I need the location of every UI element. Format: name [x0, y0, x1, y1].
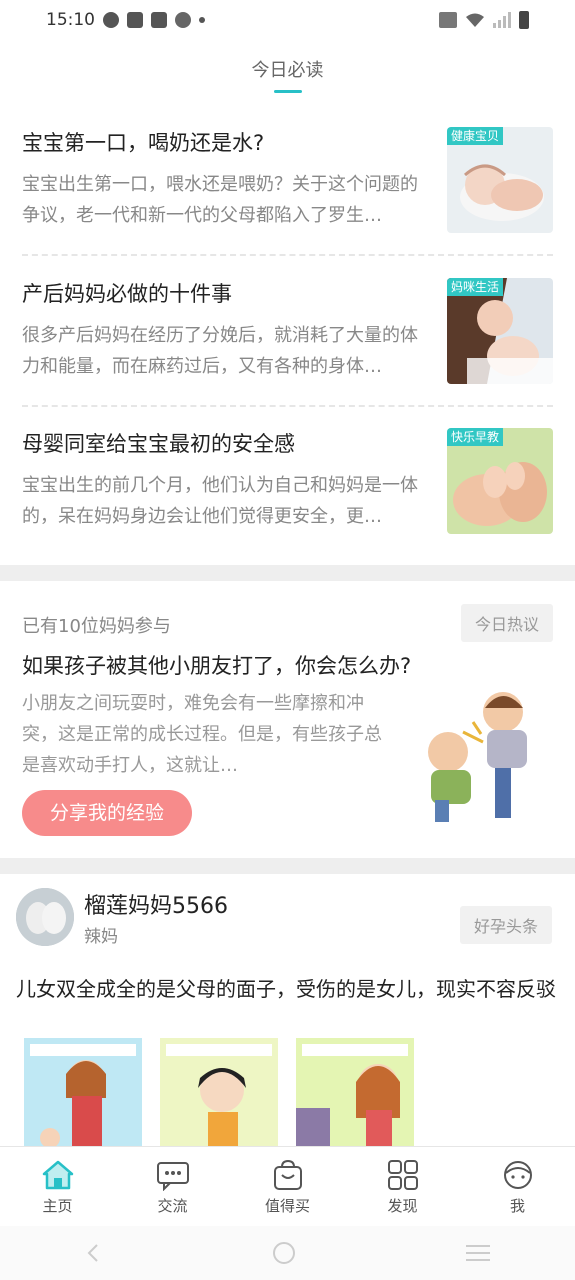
mail-icon-2 [151, 12, 167, 28]
post-image[interactable] [160, 1038, 278, 1148]
article-desc: 宝宝出生的前几个月，他们认为自己和妈妈是一体的，呆在妈妈身边会让他们觉得更安全，… [22, 475, 418, 527]
more-dot-icon [199, 17, 205, 23]
article-card[interactable]: 母婴同室给宝宝最初的安全感 宝宝出生的前几个月，他们认为自己和妈妈是一体的，呆在… [22, 428, 553, 538]
section-gap [0, 565, 575, 581]
section-title-underline [274, 90, 302, 93]
tab-deals[interactable]: 值得买 [230, 1147, 345, 1226]
avatar[interactable] [16, 888, 74, 946]
article-card[interactable]: 产后妈妈必做的十件事 很多产后妈妈在经历了分娩后，就消耗了大量的体力和能量，而在… [22, 278, 553, 388]
status-bar: 15:10 [0, 0, 575, 40]
section-gap [0, 858, 575, 874]
post-image[interactable] [296, 1038, 414, 1148]
tab-label: 值得买 [264, 1197, 310, 1215]
article-thumbnail: 妈咪生活 [447, 278, 553, 384]
home-circle-icon[interactable] [271, 1240, 297, 1266]
shield-icon [175, 12, 191, 28]
article-tag: 健康宝贝 [447, 127, 504, 145]
post-headline[interactable]: 儿女双全成全的是父母的面子，受伤的是女儿，现实不容反驳 [16, 974, 556, 1004]
vibrate-icon [439, 12, 457, 28]
chat-icon [156, 1162, 189, 1191]
shopping-bag-icon [273, 1159, 302, 1190]
section-title[interactable]: 今日必读 [0, 56, 575, 82]
mail-icon [127, 12, 143, 28]
tab-label: 交流 [157, 1197, 188, 1215]
menu-icon[interactable] [464, 1242, 492, 1264]
tab-chat[interactable]: 交流 [115, 1147, 230, 1226]
article-title: 产后妈妈必做的十件事 [22, 282, 232, 306]
article-tag: 妈咪生活 [447, 278, 504, 296]
article-thumbnail: 快乐早教 [447, 428, 553, 534]
article-title: 母婴同室给宝宝最初的安全感 [22, 432, 295, 456]
bottom-tab-bar: 主页 交流 值得买 发现 我 [0, 1146, 575, 1226]
status-icons-left [103, 12, 205, 28]
kids-fighting-illustration [403, 682, 553, 832]
post-image[interactable] [24, 1038, 142, 1148]
tab-label: 我 [509, 1197, 525, 1215]
post-source-badge: 好孕头条 [459, 906, 552, 944]
profile-icon [503, 1161, 532, 1189]
wifi-icon [466, 13, 484, 27]
notification-icon [103, 12, 119, 28]
article-desc: 很多产后妈妈在经历了分娩后，就消耗了大量的体力和能量，而在麻药过后，又有各种的身… [22, 325, 418, 377]
post-username[interactable]: 榴莲妈妈5566 [84, 888, 228, 920]
discussion-card[interactable]: 已有10位妈妈参与 今日热议 如果孩子被其他小朋友打了，你会怎么办? 小朋友之间… [22, 600, 553, 850]
status-time: 15:10 [46, 10, 95, 30]
participants-count: 已有10位妈妈参与 [22, 616, 171, 637]
article-card[interactable]: 宝宝第一口，喝奶还是水? 宝宝出生第一口，喂水还是喂奶？关于这个问题的争议，老一… [22, 127, 553, 237]
tab-home[interactable]: 主页 [0, 1147, 115, 1226]
article-tag: 快乐早教 [447, 428, 504, 446]
post-user-role: 辣妈 [84, 927, 118, 947]
tab-profile[interactable]: 我 [460, 1147, 575, 1226]
tab-label: 主页 [42, 1197, 73, 1215]
discover-icon [387, 1160, 418, 1190]
tab-label: 发现 [387, 1197, 418, 1215]
battery-icon [519, 11, 529, 29]
home-icon [42, 1160, 73, 1190]
article-thumbnail: 健康宝贝 [447, 127, 553, 233]
back-icon[interactable] [83, 1242, 105, 1264]
tab-discover[interactable]: 发现 [345, 1147, 460, 1226]
hot-topic-badge: 今日热议 [460, 604, 553, 642]
article-desc: 宝宝出生第一口，喂水还是喂奶？关于这个问题的争议，老一代和新一代的父母都陷入了罗… [22, 174, 418, 226]
system-nav-bar [0, 1226, 575, 1280]
signal-icon [493, 12, 511, 28]
status-icons-right [439, 11, 529, 29]
discussion-question: 如果孩子被其他小朋友打了，你会怎么办? [22, 654, 412, 678]
share-experience-button[interactable]: 分享我的经验 [22, 790, 192, 836]
divider [22, 254, 553, 256]
discussion-desc: 小朋友之间玩耍时，难免会有一些摩擦和冲突，这是正常的成长过程。但是，有些孩子总是… [22, 693, 382, 776]
article-title: 宝宝第一口，喝奶还是水? [22, 131, 265, 155]
divider [22, 405, 553, 407]
